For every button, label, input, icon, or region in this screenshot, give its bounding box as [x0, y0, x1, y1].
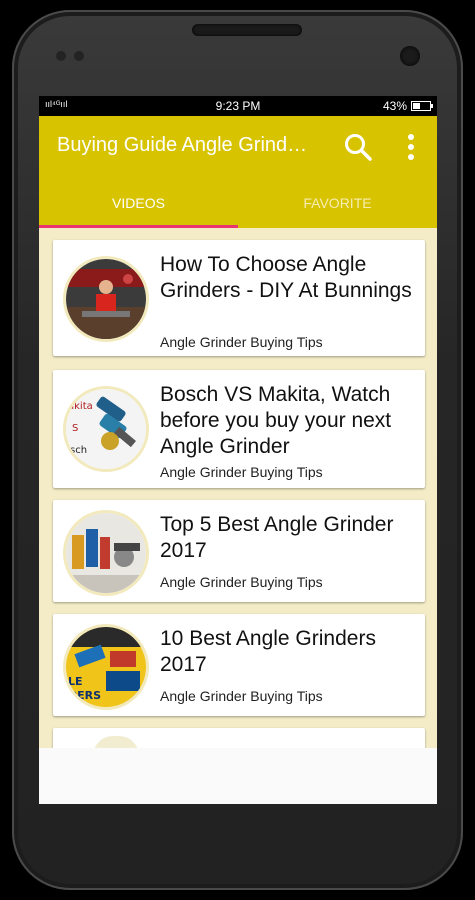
video-thumbnail: [63, 510, 149, 596]
video-card[interactable]: Top 5 Best Angle Grinder 2017 Angle Grin…: [53, 500, 425, 602]
search-icon[interactable]: [343, 132, 373, 162]
video-thumbnail: akita S sch: [63, 386, 149, 472]
sensor: [74, 51, 84, 61]
more-options-icon[interactable]: [399, 132, 423, 162]
video-card[interactable]: [53, 728, 425, 748]
battery-percent: 43%: [382, 99, 407, 113]
battery-status: 43%: [382, 99, 433, 113]
video-title: Top 5 Best Angle Grinder 2017: [160, 513, 394, 562]
app-title: Buying Guide Angle Grind…: [57, 134, 308, 156]
status-time: 9:23 PM: [215, 99, 261, 113]
battery-icon: [411, 101, 433, 111]
svg-text:DERS: DERS: [68, 689, 101, 702]
front-camera: [400, 46, 420, 66]
app-bar: Buying Guide Angle Grind… VIDEOS FAVORIT…: [39, 116, 437, 228]
video-list: How To Choose Angle Grinders - DIY At Bu…: [39, 228, 437, 748]
status-bar: ııl⁴ᴳııl 9:23 PM 43%: [39, 96, 437, 116]
video-card[interactable]: LE DERS 10 Best Angle Grinders 2017 Angl…: [53, 614, 425, 716]
svg-text:sch: sch: [70, 445, 87, 456]
video-thumbnail: LE DERS: [63, 624, 149, 710]
video-subtitle: Angle Grinder Buying Tips: [160, 464, 323, 480]
video-subtitle: Angle Grinder Buying Tips: [160, 688, 323, 704]
tab-videos-label: VIDEOS: [112, 195, 165, 211]
sensor: [56, 51, 66, 61]
bottom-area: [39, 748, 437, 804]
video-thumbnail: [93, 736, 139, 748]
tab-bar: VIDEOS FAVORITE: [39, 182, 437, 228]
tab-videos[interactable]: VIDEOS: [39, 182, 238, 228]
tab-favorite-label: FAVORITE: [303, 195, 372, 211]
video-card[interactable]: akita S sch Bosch VS Makita, Watch befor…: [53, 370, 425, 488]
video-subtitle: Angle Grinder Buying Tips: [160, 334, 323, 350]
video-title: 10 Best Angle Grinders 2017: [160, 627, 376, 676]
speaker-grille: [192, 24, 302, 36]
video-title: Bosch VS Makita, Watch before you buy yo…: [160, 383, 392, 458]
tab-favorite[interactable]: FAVORITE: [238, 182, 437, 228]
video-title: How To Choose Angle Grinders - DIY At Bu…: [160, 253, 412, 302]
video-thumbnail: [63, 256, 149, 342]
video-card[interactable]: How To Choose Angle Grinders - DIY At Bu…: [53, 240, 425, 356]
svg-text:S: S: [72, 423, 78, 434]
screen: ııl⁴ᴳııl 9:23 PM 43% Buying Guide Angle …: [39, 96, 437, 804]
svg-text:akita: akita: [68, 401, 93, 412]
video-subtitle: Angle Grinder Buying Tips: [160, 574, 323, 590]
svg-text:LE: LE: [68, 675, 83, 688]
